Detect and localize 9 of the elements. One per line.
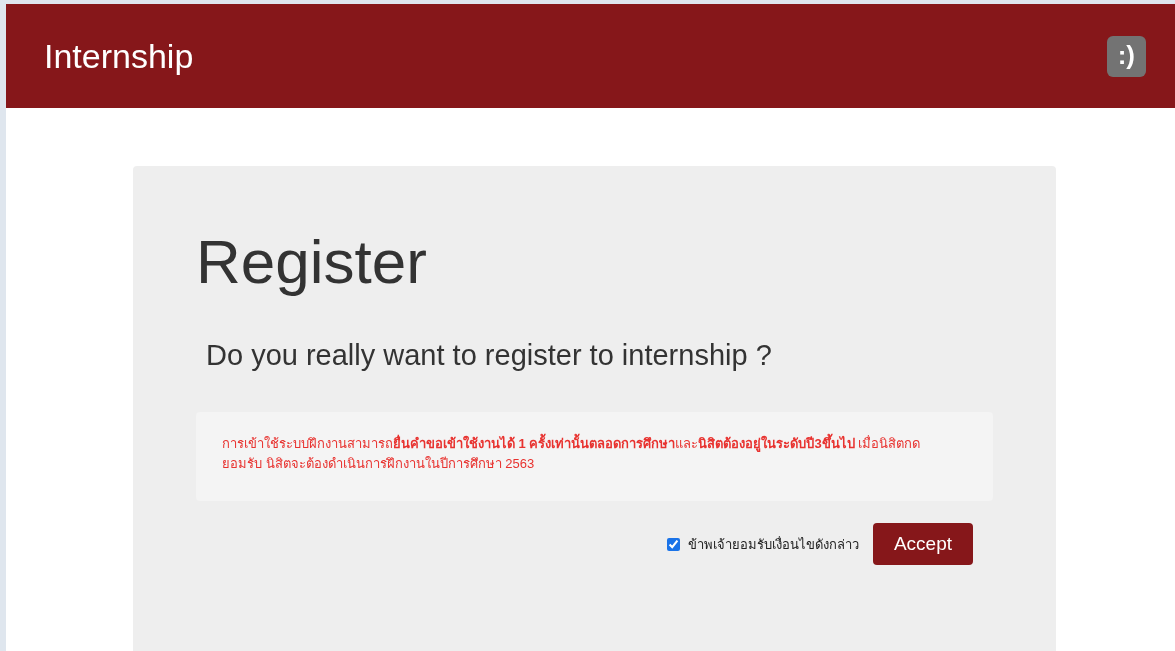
notice-text: การเข้าใช้ระบบฝึกงานสามารถยื่นคำขอเข้าใช้งานได้ 1 ครั้งเท่านั้นตลอดการศึกษาและนิสิตต้องอยู่ในระดับปี3ขึ้นไป เมื่อนิสิตกดยอมรับ นิสิตจะต้องดำเนินการฝึกงานในปีการศึกษา 2563 — [196, 411, 993, 502]
accept-button[interactable]: Accept — [872, 523, 973, 566]
question-text: Do you really want to register to internship ? — [206, 338, 773, 372]
agree-label[interactable]: ข้าพเจ้ายอมรับเงื่อนไขดังกล่าว — [666, 533, 859, 555]
agree-checkbox[interactable] — [666, 537, 680, 551]
agree-text: ข้าพเจ้ายอมรับเงื่อนไขดังกล่าว — [687, 535, 859, 554]
page-title: Register — [196, 226, 428, 298]
app-title: Internship — [44, 36, 194, 76]
user-badge[interactable]: :) — [1106, 35, 1146, 77]
